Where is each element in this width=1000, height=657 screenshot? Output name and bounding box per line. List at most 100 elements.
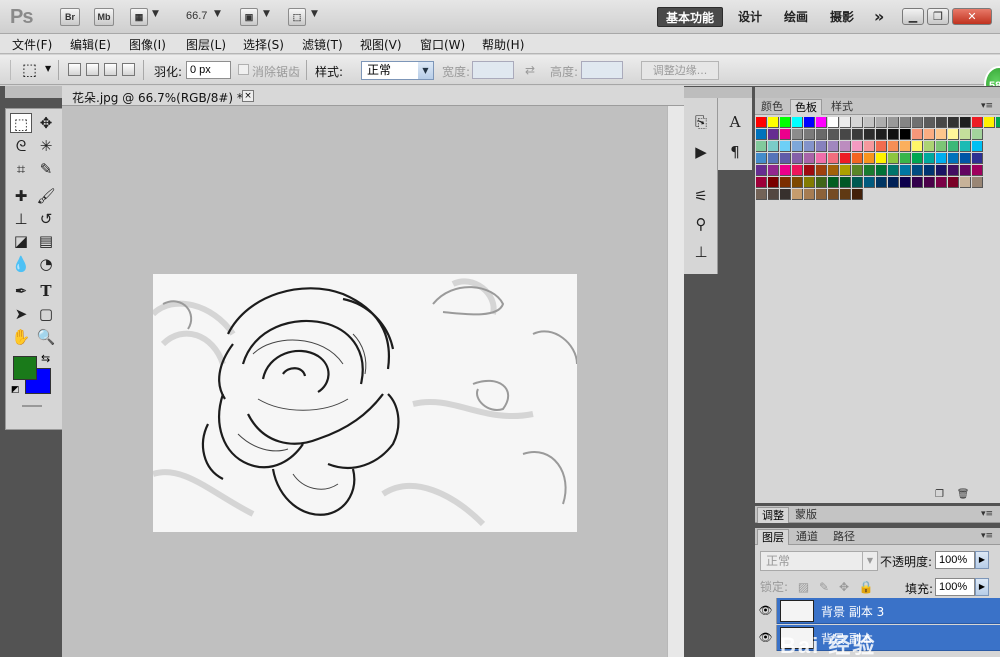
- color-swatch[interactable]: [804, 117, 815, 128]
- color-swatch[interactable]: [792, 177, 803, 188]
- menu-image[interactable]: 图像(I): [129, 36, 166, 53]
- color-swatch[interactable]: [780, 165, 791, 176]
- pen-tool-icon[interactable]: ✒: [10, 281, 32, 301]
- color-swatch[interactable]: [972, 165, 983, 176]
- color-swatch[interactable]: [804, 165, 815, 176]
- color-swatch[interactable]: [828, 165, 839, 176]
- color-swatch[interactable]: [864, 177, 875, 188]
- add-to-selection-icon[interactable]: [86, 63, 99, 76]
- color-swatch[interactable]: [960, 129, 971, 140]
- color-swatch[interactable]: [948, 165, 959, 176]
- color-swatch[interactable]: [828, 189, 839, 200]
- color-swatch[interactable]: [924, 117, 935, 128]
- color-swatch[interactable]: [864, 165, 875, 176]
- menu-window[interactable]: 窗口(W): [420, 36, 465, 53]
- panel-menu-icon[interactable]: ▾≡: [977, 99, 997, 115]
- rect-marquee-tool-icon[interactable]: ⬚: [10, 113, 32, 133]
- color-swatch[interactable]: [900, 177, 911, 188]
- color-swatch[interactable]: [852, 177, 863, 188]
- menu-file[interactable]: 文件(F): [12, 36, 52, 53]
- screen-mode-icon[interactable]: ⬚: [288, 8, 306, 26]
- toolbox-header[interactable]: [5, 86, 63, 98]
- color-swatch[interactable]: [828, 129, 839, 140]
- magic-wand-tool-icon[interactable]: ✳: [35, 136, 57, 156]
- document-tab[interactable]: 花朵.jpg @ 66.7%(RGB/8#) * ×: [62, 86, 684, 106]
- color-swatch[interactable]: [864, 141, 875, 152]
- healing-brush-tool-icon[interactable]: ✚: [10, 186, 32, 206]
- zoom-level[interactable]: 66.7: [186, 10, 207, 22]
- color-swatch[interactable]: [936, 117, 947, 128]
- color-swatch[interactable]: [804, 129, 815, 140]
- chevron-down-icon[interactable]: ▼: [311, 9, 318, 19]
- refine-edge-button[interactable]: 调整边缘...: [641, 61, 719, 80]
- panel-menu-icon[interactable]: ▾≡: [977, 529, 997, 545]
- chevron-down-icon[interactable]: ▼: [45, 64, 51, 73]
- color-swatch[interactable]: [804, 177, 815, 188]
- width-input[interactable]: [472, 61, 514, 79]
- color-swatch[interactable]: [756, 141, 767, 152]
- menu-layer[interactable]: 图层(L): [186, 36, 226, 53]
- color-swatch[interactable]: [900, 129, 911, 140]
- color-swatch[interactable]: [840, 177, 851, 188]
- blur-tool-icon[interactable]: 💧: [10, 254, 32, 274]
- color-swatch[interactable]: [924, 177, 935, 188]
- color-swatch[interactable]: [816, 141, 827, 152]
- menu-select[interactable]: 选择(S): [243, 36, 284, 53]
- intersect-selection-icon[interactable]: [122, 63, 135, 76]
- brush-presets-icon[interactable]: ⚟: [688, 184, 714, 208]
- actions-panel-icon[interactable]: ▶: [688, 140, 714, 164]
- tool-presets-icon[interactable]: ⊥: [688, 240, 714, 264]
- color-swatch[interactable]: [924, 141, 935, 152]
- color-swatch[interactable]: [876, 117, 887, 128]
- color-swatch[interactable]: [852, 189, 863, 200]
- new-swatch-icon[interactable]: ❐: [935, 489, 944, 500]
- color-swatch[interactable]: [972, 177, 983, 188]
- tab-masks[interactable]: 蒙版: [791, 507, 821, 523]
- color-swatch[interactable]: [792, 129, 803, 140]
- color-swatch[interactable]: [876, 129, 887, 140]
- color-swatch[interactable]: [852, 153, 863, 164]
- foreground-color-swatch[interactable]: [13, 356, 37, 380]
- color-swatch[interactable]: [936, 129, 947, 140]
- view-extras-icon[interactable]: ▦: [130, 8, 148, 26]
- color-swatch[interactable]: [768, 117, 779, 128]
- hand-tool-icon[interactable]: ✋: [10, 327, 32, 347]
- swap-colors-icon[interactable]: ⇆: [41, 352, 50, 365]
- eraser-tool-icon[interactable]: ◪: [10, 231, 32, 251]
- style-select[interactable]: 正常 ▼: [361, 61, 434, 80]
- height-input[interactable]: [581, 61, 623, 79]
- color-swatch[interactable]: [852, 129, 863, 140]
- color-swatch[interactable]: [756, 165, 767, 176]
- color-swatch[interactable]: [756, 117, 767, 128]
- color-swatch[interactable]: [864, 153, 875, 164]
- quick-mask-icon[interactable]: [22, 405, 42, 407]
- color-swatch[interactable]: [864, 129, 875, 140]
- tab-color[interactable]: 颜色: [757, 99, 787, 115]
- color-swatch[interactable]: [816, 117, 827, 128]
- delete-swatch-icon[interactable]: 🗑: [957, 489, 970, 500]
- color-swatch[interactable]: [864, 117, 875, 128]
- color-swatch[interactable]: [840, 165, 851, 176]
- color-swatch[interactable]: [768, 177, 779, 188]
- color-swatch[interactable]: [828, 177, 839, 188]
- color-swatch[interactable]: [780, 189, 791, 200]
- color-swatch[interactable]: [912, 117, 923, 128]
- tab-adjustments[interactable]: 调整: [757, 507, 789, 523]
- color-swatch[interactable]: [972, 153, 983, 164]
- color-swatch[interactable]: [924, 153, 935, 164]
- lock-position-icon[interactable]: ✥: [839, 580, 849, 594]
- type-tool-icon[interactable]: T: [35, 281, 57, 301]
- layer-row[interactable]: 👁 背景 副本 3: [755, 598, 1000, 624]
- lasso-tool-icon[interactable]: ᘓ: [10, 136, 32, 156]
- color-swatch[interactable]: [816, 189, 827, 200]
- antialias-checkbox[interactable]: [238, 64, 249, 75]
- color-swatch[interactable]: [876, 165, 887, 176]
- color-swatch[interactable]: [780, 117, 791, 128]
- color-swatch[interactable]: [888, 177, 899, 188]
- color-swatch[interactable]: [756, 129, 767, 140]
- color-swatch[interactable]: [756, 153, 767, 164]
- color-swatch[interactable]: [912, 177, 923, 188]
- color-swatch[interactable]: [948, 153, 959, 164]
- color-swatch[interactable]: [768, 129, 779, 140]
- move-tool-icon[interactable]: ✥: [35, 113, 57, 133]
